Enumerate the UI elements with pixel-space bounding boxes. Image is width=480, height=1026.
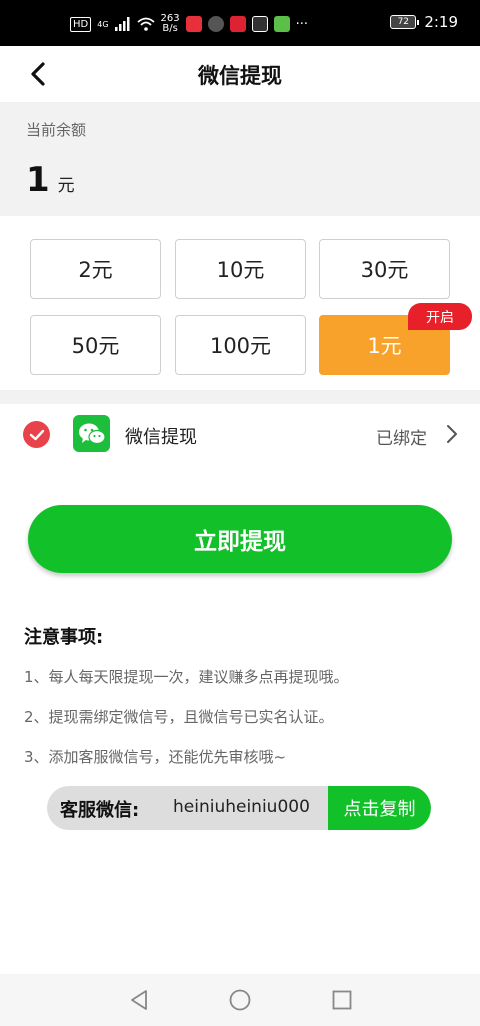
amount-option-2[interactable]: 2元 [30, 239, 161, 299]
wechat-bubbles-glyph [78, 423, 106, 444]
amount-option-10[interactable]: 10元 [175, 239, 306, 299]
video-app-icon [185, 16, 202, 32]
nav-home-icon [229, 989, 251, 1011]
status-icons-left: HD 4G 263 B/s ··· [70, 14, 308, 34]
customer-service-pill: 客服微信: heiniuheiniu000 点击复制 [47, 786, 431, 830]
copy-button[interactable]: 点击复制 [328, 786, 431, 830]
more-notifications: ··· [295, 16, 309, 32]
bound-status: 已绑定 [376, 429, 427, 449]
balance-unit: 元 [57, 176, 75, 196]
section-divider [0, 390, 480, 404]
nav-recents-icon [332, 990, 352, 1010]
amount-option-50[interactable]: 50元 [30, 315, 161, 375]
checkmark-glyph [29, 429, 44, 440]
hd-indicator: HD [70, 16, 92, 32]
news-app-icon [229, 16, 246, 32]
nav-home-button[interactable] [227, 987, 253, 1013]
speed-unit: B/s [162, 23, 178, 34]
nav-recents-button[interactable] [329, 987, 355, 1013]
status-bar: HD 4G 263 B/s ··· 72 2:19 [0, 0, 480, 46]
notes-title: 注意事项: [24, 627, 104, 648]
service-wechat-id: heiniuheiniu000 [173, 797, 310, 817]
notes-app-icon [273, 16, 290, 32]
battery-icon: 72 [390, 15, 420, 29]
amount-option-30[interactable]: 30元 [319, 239, 450, 299]
note-item-3: 3、添加客服微信号，还能优先审核哦~ [24, 748, 287, 766]
network-speed: 263 B/s [161, 14, 180, 34]
system-navigation-bar [0, 974, 480, 1026]
withdraw-button[interactable]: 立即提现 [28, 505, 452, 573]
balance-label: 当前余额 [26, 121, 87, 139]
open-badge: 开启 [408, 303, 472, 330]
nav-bar: 微信提现 [0, 46, 480, 102]
note-item-1: 1、每人每天限提现一次，建议赚多点再提现哦。 [24, 668, 349, 686]
status-icons-right: 72 2:19 [390, 13, 458, 31]
amount-grid: 2元 10元 30元 50元 100元 1元 开启 [0, 216, 480, 390]
clock: 2:19 [424, 13, 458, 31]
page-title: 微信提现 [198, 64, 282, 88]
browser-app-icon [207, 16, 224, 32]
service-label: 客服微信: [60, 800, 140, 821]
withdraw-method-row[interactable]: 微信提现 已绑定 [0, 404, 480, 466]
amount-option-100[interactable]: 100元 [175, 315, 306, 375]
balance-value: 1 元 [26, 160, 75, 200]
chevron-right-icon [447, 425, 457, 443]
nav-back-button[interactable] [126, 987, 152, 1013]
balance-section: 当前余额 1 元 [0, 102, 480, 216]
wechat-icon [73, 415, 110, 452]
download-app-icon [251, 16, 268, 32]
signal-icon [114, 17, 130, 31]
balance-amount: 1 [26, 160, 50, 200]
nav-back-icon [131, 990, 147, 1010]
check-circle-icon[interactable] [23, 421, 50, 448]
method-label: 微信提现 [125, 427, 197, 448]
wifi-icon [136, 17, 155, 31]
note-item-2: 2、提现需绑定微信号，且微信号已实名认证。 [24, 708, 334, 726]
network-type: 4G [97, 19, 109, 29]
